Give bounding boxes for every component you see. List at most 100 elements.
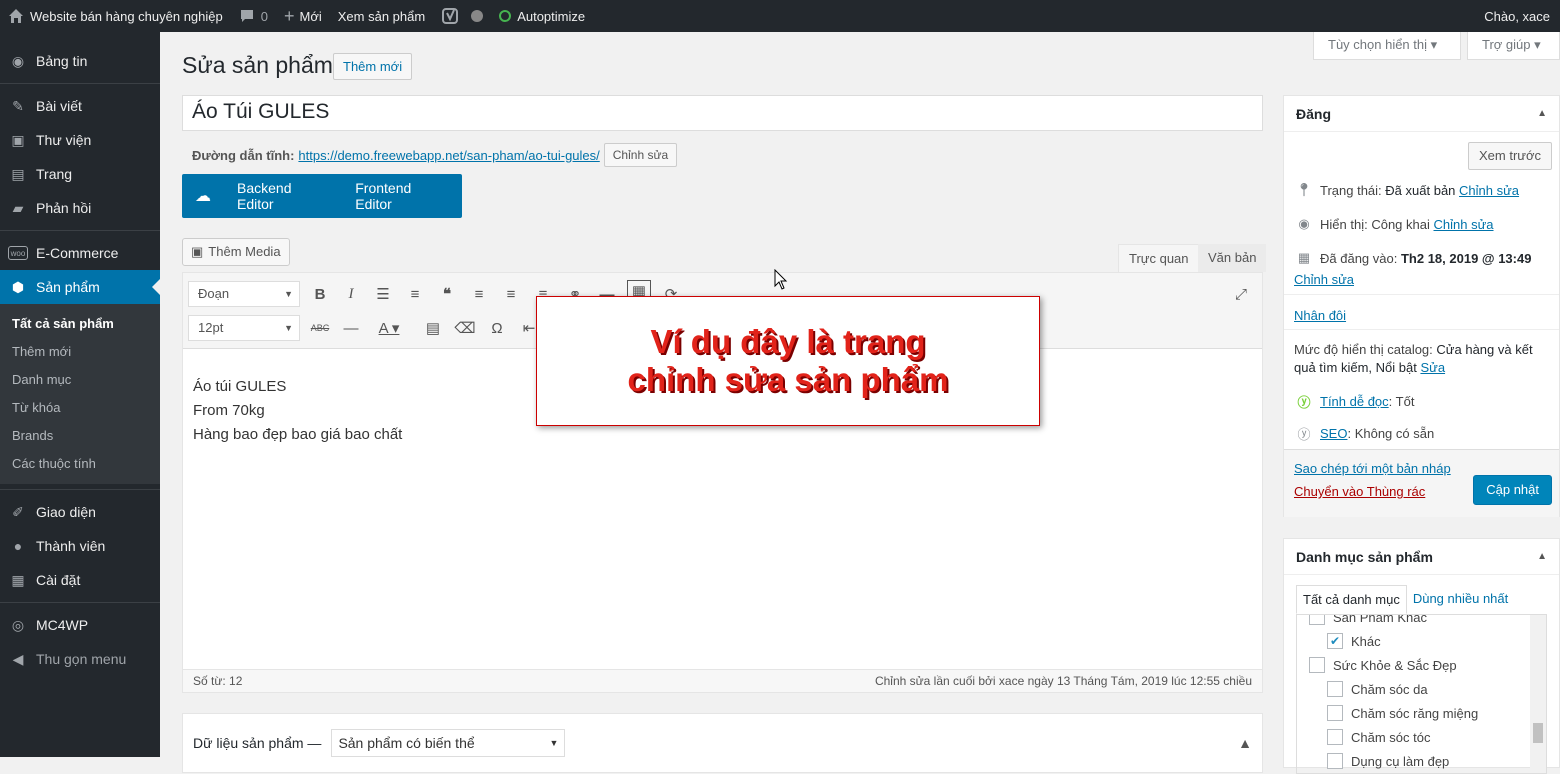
woo-icon: woo	[8, 246, 28, 260]
category-item[interactable]: Chăm sóc răng miệng	[1309, 701, 1546, 725]
blockquote-icon[interactable]: ❝	[435, 282, 459, 306]
submenu-attributes[interactable]: Các thuộc tính	[0, 450, 160, 478]
status-dot-icon	[471, 10, 484, 22]
menu-collapse[interactable]: ◀ Thu gọn menu	[0, 642, 160, 676]
horizontal-line-icon[interactable]: —	[339, 316, 363, 340]
menu-posts[interactable]: ✎ Bài viết	[0, 89, 160, 123]
visibility-row: ◉ Hiển thị: Công khai Chỉnh sửa	[1284, 216, 1559, 232]
tab-all-categories[interactable]: Tất cả danh mục	[1296, 585, 1407, 614]
category-item[interactable]: Dụng cụ làm đẹp	[1309, 749, 1546, 773]
category-scrollbar[interactable]	[1530, 615, 1546, 773]
menu-appearance[interactable]: ✐ Giao diện	[0, 495, 160, 529]
scrollbar-thumb[interactable]	[1533, 723, 1543, 743]
backend-editor-button[interactable]: Backend Editor	[224, 180, 342, 212]
bullet-list-icon[interactable]: ☰	[371, 282, 395, 306]
brush-icon: ✐	[12, 503, 24, 520]
font-size-select[interactable]: 12pt	[188, 315, 300, 341]
permalink-link[interactable]: https://demo.freewebapp.net/san-pham/ao-…	[298, 148, 599, 163]
autoptimize-menu[interactable]: Autoptimize	[491, 0, 593, 32]
italic-icon[interactable]: I	[339, 282, 363, 306]
strikethrough-icon[interactable]: ABC	[308, 316, 332, 340]
edit-status-link[interactable]: Chỉnh sửa	[1459, 183, 1519, 198]
menu-ecommerce[interactable]: woo E-Commerce	[0, 236, 160, 270]
category-checkbox[interactable]	[1327, 705, 1343, 721]
duplicate-link[interactable]: Nhân đôi	[1294, 308, 1346, 323]
category-item[interactable]: Chăm sóc tóc	[1309, 725, 1546, 749]
update-button[interactable]: Cập nhật	[1473, 475, 1552, 505]
text-color-icon[interactable]: A ▾	[371, 316, 407, 340]
add-media-button[interactable]: ▣ Thêm Media	[182, 238, 290, 266]
category-list: Sản Phẩm Khác ✔ Khác Sức Khỏe & Sắc Đẹp C…	[1296, 614, 1547, 774]
category-checkbox[interactable]	[1327, 729, 1343, 745]
submenu-categories[interactable]: Danh mục	[0, 366, 160, 394]
site-name-link[interactable]: Website bán hàng chuyên nghiệp	[0, 0, 231, 32]
submenu-all-products[interactable]: Tất cả sản phẩm	[0, 310, 160, 338]
title-input[interactable]: Áo Túi GULES	[182, 95, 1263, 131]
paste-text-icon[interactable]: ▤	[421, 316, 445, 340]
category-item[interactable]: Sản Phẩm Khác	[1309, 615, 1546, 629]
status-row: 📍︎ Trạng thái: Đã xuất bản Chỉnh sửa	[1295, 182, 1520, 198]
edit-date-link[interactable]: Chỉnh sửa	[1294, 272, 1354, 287]
edit-catalog-link[interactable]: Sửa	[1420, 360, 1445, 375]
copy-draft-link[interactable]: Sao chép tới một bản nháp	[1294, 461, 1451, 476]
preview-button[interactable]: Xem trước	[1467, 142, 1552, 170]
menu-comments[interactable]: ▰ Phản hồi	[0, 191, 160, 225]
fullscreen-icon[interactable]: ⤢	[1229, 282, 1253, 306]
tab-visual[interactable]: Trực quan	[1118, 244, 1200, 272]
screen-options-button[interactable]: Tùy chọn hiển thị ▾	[1313, 32, 1461, 60]
yoast-menu[interactable]	[433, 0, 491, 32]
menu-pages[interactable]: ▤ Trang	[0, 157, 160, 191]
categories-box-header[interactable]: Danh mục sản phẩm ▲	[1284, 539, 1559, 575]
numbered-list-icon[interactable]: ≡	[403, 282, 427, 306]
category-checkbox[interactable]	[1327, 681, 1343, 697]
view-product-link[interactable]: Xem sản phẩm	[330, 0, 433, 32]
bold-icon[interactable]: B	[308, 282, 332, 306]
publish-box-header[interactable]: Đăng ▲	[1284, 96, 1559, 132]
tab-popular-categories[interactable]: Dùng nhiều nhất	[1407, 585, 1514, 614]
category-item[interactable]: ✔ Khác	[1309, 629, 1546, 653]
product-type-select[interactable]: Sản phẩm có biến thể	[331, 729, 566, 757]
last-edited: Chỉnh sửa lần cuối bởi xace ngày 13 Thán…	[874, 674, 1252, 688]
permalink-row: Đường dẫn tĩnh: https://demo.freewebapp.…	[192, 143, 678, 167]
user-icon: ●	[13, 538, 23, 554]
admin-bar: Website bán hàng chuyên nghiệp 0 + Mới X…	[0, 0, 1560, 32]
category-item[interactable]: Chăm sóc da	[1309, 677, 1546, 701]
tab-text[interactable]: Văn bản	[1198, 244, 1267, 272]
circle-status-icon	[499, 10, 512, 22]
submenu-tags[interactable]: Từ khóa	[0, 394, 160, 422]
add-new-button[interactable]: Thêm mới	[333, 53, 413, 80]
category-checkbox[interactable]	[1309, 615, 1325, 625]
collapse-arrow-icon[interactable]: ▲	[1238, 735, 1252, 751]
frontend-editor-button[interactable]: Frontend Editor	[342, 180, 462, 212]
submenu-add-new[interactable]: Thêm mới	[0, 338, 160, 366]
edit-permalink-button[interactable]: Chỉnh sửa	[603, 143, 678, 167]
submenu-brands[interactable]: Brands	[0, 422, 160, 450]
align-center-icon[interactable]: ≡	[499, 282, 523, 306]
page-icon: ▤	[11, 165, 25, 182]
menu-users[interactable]: ● Thành viên	[0, 529, 160, 563]
menu-products[interactable]: ⬢ Sản phẩm	[0, 270, 160, 304]
align-left-icon[interactable]: ≡	[467, 282, 491, 306]
menu-dashboard[interactable]: ◉ Bảng tin	[0, 44, 160, 78]
category-checkbox-checked[interactable]: ✔	[1327, 633, 1343, 649]
menu-media[interactable]: ▣ Thư viện	[0, 123, 160, 157]
new-content-link[interactable]: + Mới	[276, 0, 330, 32]
help-button[interactable]: Trợ giúp ▾	[1467, 32, 1560, 60]
menu-mc4wp[interactable]: ◎ MC4WP	[0, 608, 160, 642]
page-builder-bar: ☁ Backend Editor Frontend Editor	[182, 174, 462, 218]
eye-icon: ◉	[1298, 216, 1310, 231]
edit-visibility-link[interactable]: Chỉnh sửa	[1434, 217, 1494, 232]
account-menu[interactable]: Chào, xace	[1476, 0, 1560, 32]
category-checkbox[interactable]	[1309, 657, 1325, 673]
plus-icon: +	[283, 5, 295, 26]
category-item[interactable]: Sức Khỏe & Sắc Đẹp	[1309, 653, 1546, 677]
trash-link[interactable]: Chuyển vào Thùng rác	[1294, 484, 1425, 499]
special-char-icon[interactable]: Ω	[485, 316, 509, 340]
mc4wp-icon: ◎	[11, 616, 25, 633]
format-select[interactable]: Đoạn	[188, 281, 300, 307]
divider	[0, 602, 160, 603]
clear-format-icon[interactable]: ⌫	[453, 316, 477, 340]
menu-settings[interactable]: ▦ Cài đặt	[0, 563, 160, 597]
comments-link[interactable]: 0	[231, 0, 276, 32]
category-checkbox[interactable]	[1327, 753, 1343, 769]
